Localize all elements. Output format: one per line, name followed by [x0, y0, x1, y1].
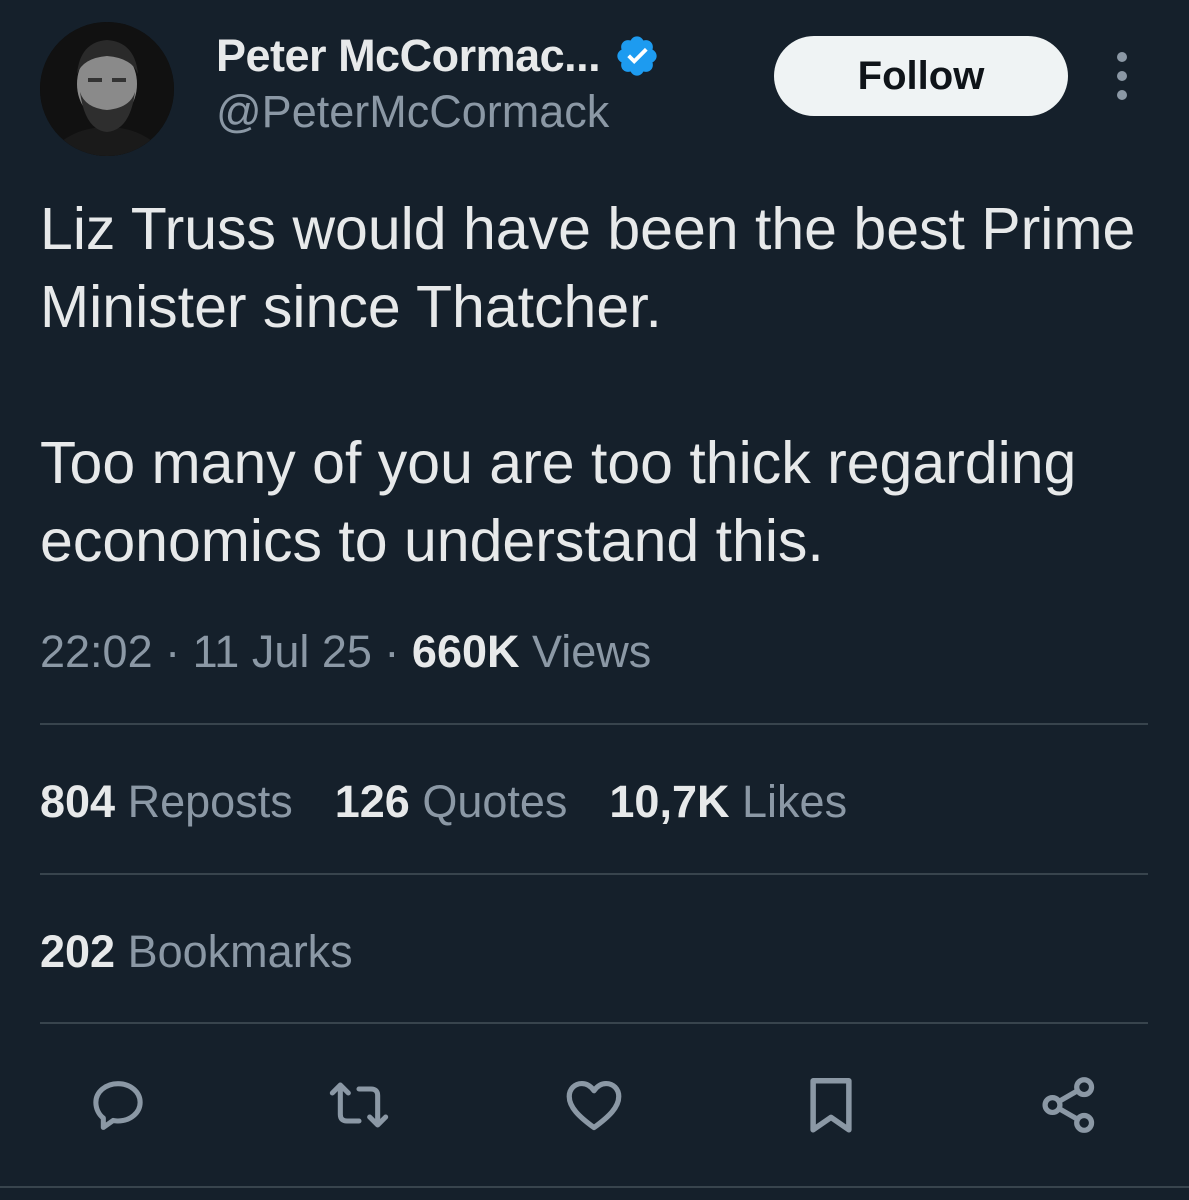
avatar[interactable]: [40, 22, 174, 156]
likes-stat[interactable]: 10,7K Likes: [609, 776, 847, 828]
engagement-stats: 804 Reposts 126 Quotes 10,7K Likes: [40, 776, 889, 828]
like-icon[interactable]: [559, 1070, 629, 1140]
tweet-paragraph: Liz Truss would have been the best Prime…: [40, 196, 1136, 340]
bookmarks-label: Bookmarks: [127, 926, 353, 977]
reply-icon[interactable]: [83, 1070, 153, 1140]
bookmark-icon[interactable]: [796, 1070, 866, 1140]
divider: [0, 1186, 1189, 1188]
divider: [40, 723, 1148, 725]
meta-separator: ·: [152, 626, 193, 677]
repost-icon[interactable]: [324, 1070, 394, 1140]
reposts-stat[interactable]: 804 Reposts: [40, 776, 293, 828]
tweet-meta: 22:02 · 11 Jul 25 · 660K Views: [40, 626, 651, 678]
tweet-date[interactable]: 11 Jul 25: [193, 626, 372, 677]
tweet-time[interactable]: 22:02: [40, 626, 153, 677]
bookmarks-stat[interactable]: 202 Bookmarks: [40, 926, 353, 978]
likes-count: 10,7K: [609, 776, 730, 827]
action-bar: [0, 1070, 1189, 1140]
more-dot: [1117, 90, 1127, 100]
more-options-icon[interactable]: [1104, 52, 1140, 100]
quotes-label: Quotes: [422, 776, 568, 827]
author-display-name[interactable]: Peter McCormac...: [216, 30, 601, 82]
more-dot: [1117, 52, 1127, 62]
reposts-label: Reposts: [127, 776, 293, 827]
quotes-stat[interactable]: 126 Quotes: [335, 776, 568, 828]
avatar-photo: [40, 22, 174, 156]
reposts-count: 804: [40, 776, 116, 827]
divider: [40, 873, 1148, 875]
more-dot: [1117, 71, 1127, 81]
tweet-text: Liz Truss would have been the best Prime…: [40, 190, 1150, 580]
tweet-paragraph: Too many of you are too thick regarding …: [40, 430, 1077, 574]
author-name-row: Peter McCormac...: [216, 28, 660, 84]
views-count: 660K: [411, 626, 520, 677]
likes-label: Likes: [742, 776, 848, 827]
verified-badge-icon[interactable]: [614, 33, 660, 79]
follow-button[interactable]: Follow: [774, 36, 1068, 116]
author-handle[interactable]: @PeterMcCormack: [216, 86, 609, 138]
quotes-count: 126: [334, 776, 410, 827]
views-label: Views: [532, 626, 652, 677]
divider: [40, 1022, 1148, 1024]
share-icon[interactable]: [1034, 1070, 1104, 1140]
tweet-detail: Peter McCormac... @PeterMcCormack Follow…: [0, 0, 1189, 1200]
bookmarks-count: 202: [40, 926, 116, 977]
meta-separator: ·: [371, 626, 412, 677]
